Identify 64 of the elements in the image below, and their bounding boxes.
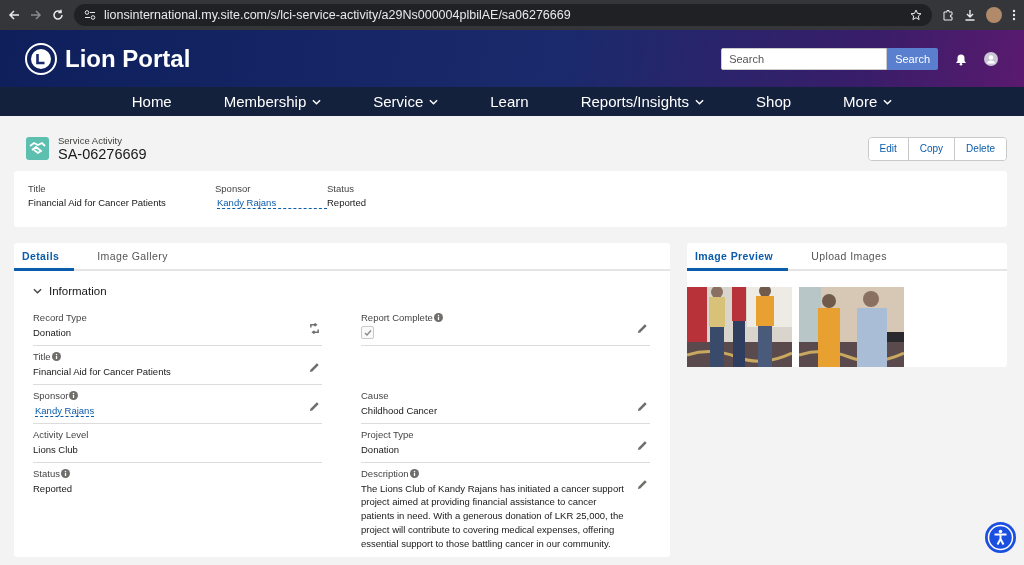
field-label: Report Complete [361,312,433,323]
action-button[interactable]: Delete [954,137,1006,160]
field-value: Donation [361,443,400,455]
field-label: Status [33,467,60,479]
pencil-icon[interactable] [637,401,648,413]
pencil-icon[interactable] [309,401,320,413]
description-text: The Lions Club of Kandy Rajans has initiated a cancer support project aimed at providing financial assistance to cancer patients in need. With a generous donation of LKR 25,000, the project will contribute to covering medical expenses, offering essential support to those battling cancer in our community. [361,482,624,549]
search-button[interactable]: Search [887,47,938,70]
pencil-icon[interactable] [637,478,648,490]
sponsor-link[interactable]: Kandy Rajans [217,197,327,209]
nav-item[interactable]: Reports/Insights [554,87,731,116]
field-value: Reported [327,197,367,208]
sponsor-link[interactable]: Kandy Rajans [35,405,95,418]
tab[interactable]: Image Gallery [89,243,183,271]
field-value: Financial Aid for Cancer Patients [33,366,171,378]
address-bar[interactable]: lionsinternational.my.site.com/s/lci-service-activity/a29Ns000004plbilAE/sa06276669 [74,4,932,26]
accessibility-icon[interactable] [985,522,1016,553]
field-label: Sponsor [215,183,252,194]
search-field[interactable]: Search [721,47,888,70]
field-label: Sponsor [33,390,69,402]
field-label: Cause [361,390,389,402]
field-value: Donation [33,327,72,338]
nav-item[interactable]: Home [105,87,198,116]
nav-item[interactable]: More [817,87,919,116]
field-label: Title [28,183,47,194]
pencil-icon[interactable] [637,323,648,334]
pencil-icon[interactable] [309,362,320,374]
nav-item[interactable]: Learn [464,87,555,116]
user-avatar-icon[interactable] [984,51,998,66]
download-icon[interactable] [964,9,976,21]
change-type-icon[interactable] [309,323,320,334]
tab[interactable]: Upload Images [803,243,902,271]
reload-icon[interactable] [52,9,64,21]
field-label: Title [33,351,51,363]
field-label: Activity Level [33,428,89,440]
chevron-down-icon[interactable] [33,288,42,294]
star-icon[interactable] [910,9,922,21]
back-icon[interactable] [8,9,20,21]
url-text: lionsinternational.my.site.com/s/lci-service-activity/a29Ns000004plbilAE/sa06276669 [104,8,571,22]
extensions-icon[interactable] [942,9,954,21]
field-value: Reported [33,482,73,494]
field-label: Project Type [361,428,414,440]
record-name: SA-06276669 [58,146,147,162]
nav-item[interactable]: Membership [197,87,348,116]
tab[interactable]: Details [14,243,75,271]
handshake-icon [26,137,49,160]
field-label: Record Type [33,312,87,323]
lion-logo-icon[interactable] [25,42,57,75]
pencil-icon[interactable] [637,439,648,451]
field-label: Status [327,183,355,194]
menu-icon[interactable] [1012,9,1016,21]
record-type-label: Service Activity [58,135,123,146]
forward-icon[interactable] [30,9,42,21]
portal-title: Lion Portal [65,44,191,73]
nav-item[interactable]: Shop [730,87,818,116]
field-value: Financial Aid for Cancer Patients [28,197,167,208]
nav-item[interactable]: Service [347,87,465,116]
field-value: Childhood Cancer [361,405,438,417]
field-value: Lions Club [33,443,78,455]
tab[interactable]: Image Preview [687,243,789,271]
section-title: Information [49,285,107,297]
site-settings-icon[interactable] [84,9,96,21]
profile-avatar[interactable] [986,7,1002,23]
field-label: Description [361,467,409,479]
